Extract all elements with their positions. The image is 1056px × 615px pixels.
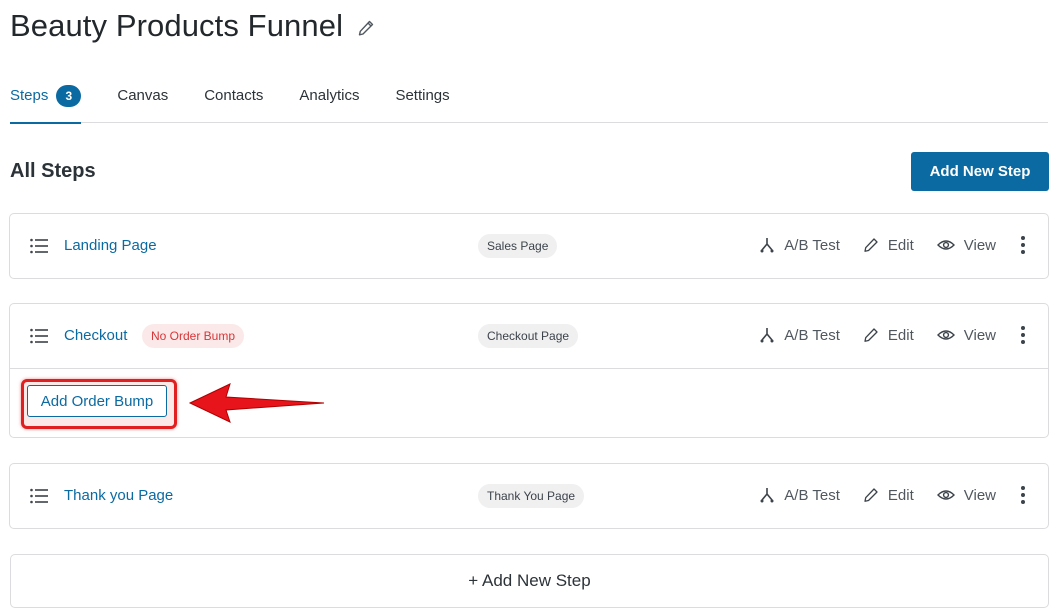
add-new-step-bar[interactable]: + Add New Step	[10, 554, 1049, 608]
step-card-checkout: Checkout No Order Bump Checkout Page A/B…	[9, 303, 1049, 438]
ab-test-label: A/B Test	[784, 326, 840, 344]
steps-count-badge: 3	[56, 84, 82, 107]
split-icon	[760, 488, 774, 503]
add-new-step-button[interactable]: Add New Step	[911, 152, 1049, 191]
drag-handle-icon[interactable]	[30, 328, 48, 344]
more-options-icon[interactable]	[1020, 236, 1026, 254]
funnel-tabs: Steps 3 Canvas Contacts Analytics Settin…	[10, 78, 1048, 124]
pencil-icon	[864, 238, 878, 252]
step-actions: A/B Test Edit View	[759, 486, 1026, 504]
eye-icon	[936, 240, 955, 250]
step-actions: A/B Test Edit View	[759, 326, 1026, 344]
tab-label: Steps	[10, 87, 49, 104]
edit-button[interactable]: Edit	[863, 327, 914, 344]
more-options-icon[interactable]	[1020, 326, 1026, 344]
section-title: All Steps	[10, 160, 96, 182]
split-icon	[760, 328, 774, 343]
step-type-badge: Thank You Page	[478, 484, 585, 508]
step-name-link[interactable]: Thank you Page	[64, 487, 173, 504]
step-name-link[interactable]: Landing Page	[64, 237, 157, 254]
ab-test-label: A/B Test	[784, 486, 840, 504]
ab-test-button[interactable]: A/B Test	[759, 487, 840, 504]
view-label: View	[963, 236, 996, 254]
view-button[interactable]: View	[936, 486, 996, 504]
edit-button[interactable]: Edit	[863, 237, 914, 254]
view-button[interactable]: View	[936, 326, 996, 344]
step-card-landing: Landing Page Sales Page A/B Test Edit Vi…	[9, 213, 1049, 279]
step-card-thank-you: Thank you Page Thank You Page A/B Test E…	[9, 463, 1049, 529]
more-options-icon[interactable]	[1020, 486, 1026, 504]
add-order-bump-button[interactable]: Add Order Bump	[27, 385, 167, 417]
pencil-icon[interactable]	[357, 19, 375, 37]
tab-analytics[interactable]: Analytics	[299, 78, 359, 123]
pencil-icon	[864, 488, 878, 502]
tab-settings[interactable]: Settings	[395, 78, 449, 123]
ab-test-button[interactable]: A/B Test	[759, 237, 840, 254]
edit-label: Edit	[887, 486, 914, 504]
order-bump-area: Add Order Bump	[10, 368, 1048, 437]
page-title: Beauty Products Funnel	[10, 8, 344, 43]
edit-label: Edit	[887, 236, 914, 254]
ab-test-label: A/B Test	[784, 236, 840, 254]
annotation-arrow-icon	[188, 383, 325, 423]
drag-handle-icon[interactable]	[30, 488, 48, 504]
ab-test-button[interactable]: A/B Test	[759, 327, 840, 344]
tab-steps[interactable]: Steps 3	[10, 78, 82, 124]
tab-canvas[interactable]: Canvas	[117, 78, 168, 123]
drag-handle-icon[interactable]	[30, 238, 48, 254]
edit-button[interactable]: Edit	[863, 487, 914, 504]
step-type-badge: Sales Page	[478, 234, 558, 258]
pencil-icon	[864, 328, 878, 342]
view-label: View	[963, 486, 996, 504]
edit-label: Edit	[887, 326, 914, 344]
eye-icon	[936, 330, 955, 340]
eye-icon	[936, 490, 955, 500]
tab-contacts[interactable]: Contacts	[204, 78, 263, 123]
funnel-header: Beauty Products Funnel	[10, 8, 375, 44]
step-actions: A/B Test Edit View	[759, 236, 1026, 254]
split-icon	[760, 238, 774, 253]
no-order-bump-badge: No Order Bump	[142, 324, 245, 348]
step-type-badge: Checkout Page	[478, 324, 579, 348]
step-name-link[interactable]: Checkout	[64, 327, 127, 344]
view-label: View	[963, 326, 996, 344]
view-button[interactable]: View	[936, 236, 996, 254]
